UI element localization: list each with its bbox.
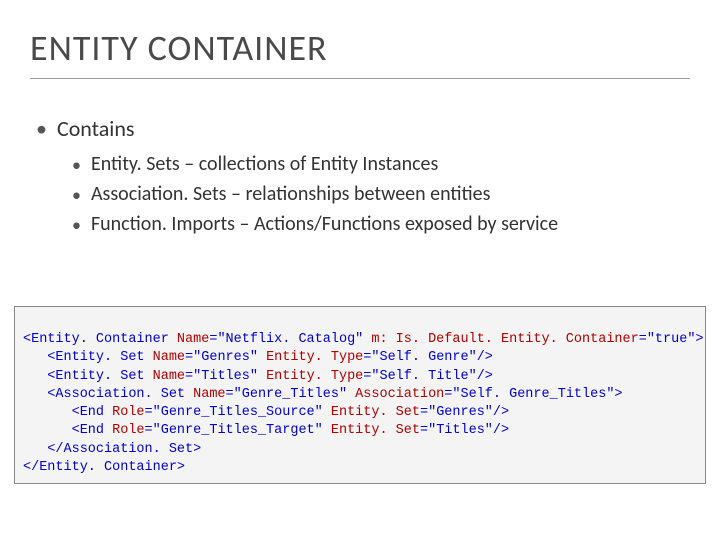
code-attr: Name: [145, 350, 186, 365]
bullet-main: Contains: [36, 115, 690, 142]
code-attrval: ="true">: [639, 332, 704, 347]
sub-bullet-list: Entity. Sets – collections of Entity Ins…: [36, 152, 690, 238]
code-attr: Role: [104, 423, 145, 438]
code-attr: m: Is. Default. Entity. Container: [371, 332, 638, 347]
code-attrval: ="Titles": [185, 369, 266, 384]
code-attr: Name: [185, 387, 226, 402]
bullet-list: Contains Entity. Sets – collections of E…: [30, 115, 690, 238]
code-attrval: ="Genre_Titles_Target": [145, 423, 331, 438]
code-attr: Role: [104, 405, 145, 420]
code-tag: <End: [23, 423, 104, 438]
code-attrval: ="Titles"/>: [420, 423, 509, 438]
code-attr: Name: [145, 369, 186, 384]
sub-bullet: Function. Imports – Actions/Functions ex…: [72, 212, 690, 238]
code-attr: Entity. Type: [266, 350, 363, 365]
code-attr: Entity. Set: [331, 423, 420, 438]
code-tag: <Association. Set: [23, 387, 185, 402]
sub-bullet-text: Association. Sets – relationships betwee…: [91, 182, 490, 208]
code-tag: </Association. Set>: [23, 442, 201, 457]
code-attrval: ="Genre_Titles_Source": [145, 405, 331, 420]
code-attr: Entity. Set: [331, 405, 420, 420]
code-attrval: ="Self. Genre"/>: [363, 350, 493, 365]
code-tag: <End: [23, 405, 104, 420]
sub-bullet-text: Entity. Sets – collections of Entity Ins…: [91, 152, 438, 178]
sub-bullet-text: Function. Imports – Actions/Functions ex…: [91, 212, 558, 238]
code-attrval: ="Genres"/>: [420, 405, 509, 420]
code-attrval: ="Self. Title"/>: [363, 369, 493, 384]
code-tag: <Entity. Container: [23, 332, 169, 347]
code-attr: Name: [169, 332, 210, 347]
code-attrval: ="Genres": [185, 350, 266, 365]
bullet-main-text: Contains: [57, 115, 135, 142]
code-tag: <Entity. Set: [23, 369, 145, 384]
sub-bullet: Association. Sets – relationships betwee…: [72, 182, 690, 208]
code-tag: </Entity. Container>: [23, 460, 185, 475]
code-block: <Entity. Container Name="Netflix. Catalo…: [14, 306, 706, 484]
sub-bullet: Entity. Sets – collections of Entity Ins…: [72, 152, 690, 178]
code-attr: Association: [355, 387, 444, 402]
code-attrval: ="Genre_Titles": [226, 387, 356, 402]
code-attrval: ="Netflix. Catalog": [209, 332, 371, 347]
code-attr: Entity. Type: [266, 369, 363, 384]
code-attrval: ="Self. Genre_Titles">: [444, 387, 622, 402]
slide-title: ENTITY CONTAINER: [30, 20, 690, 79]
slide: ENTITY CONTAINER Contains Entity. Sets –…: [0, 0, 720, 540]
code-tag: <Entity. Set: [23, 350, 145, 365]
